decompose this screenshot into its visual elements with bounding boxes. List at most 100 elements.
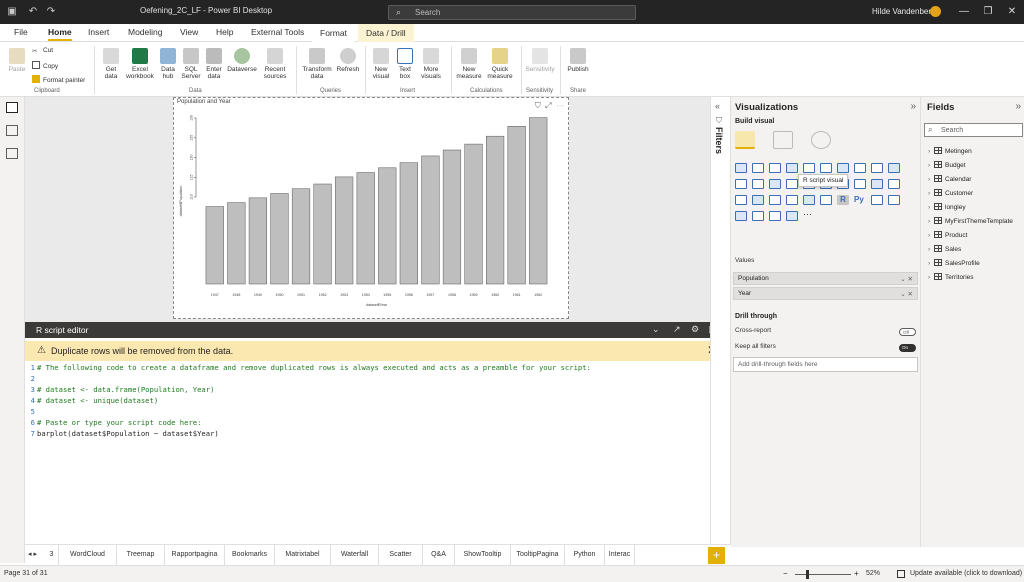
get-data-button[interactable]: Get data bbox=[99, 48, 123, 80]
build-visual-tab[interactable] bbox=[735, 131, 755, 149]
collapse-icon[interactable]: ⌄ bbox=[652, 324, 660, 335]
funnel-icon[interactable] bbox=[752, 179, 764, 189]
search-box[interactable]: ⌕ Search bbox=[388, 5, 636, 20]
page-tab[interactable]: Interac bbox=[605, 545, 635, 565]
field-table-item[interactable]: › Sales bbox=[928, 245, 961, 257]
page-tab[interactable]: TooltipPagina bbox=[511, 545, 565, 565]
field-table-item[interactable]: › Calendar bbox=[928, 175, 971, 187]
fit-to-page-icon[interactable] bbox=[897, 570, 905, 578]
cross-report-toggle[interactable]: Off bbox=[899, 328, 916, 336]
r-script-visual[interactable]: Population and Year ⛉ ⤢ ⋯ 110 115 120 125 13… bbox=[173, 97, 569, 319]
slicer-icon[interactable] bbox=[786, 195, 798, 205]
zoom-slider-thumb[interactable] bbox=[806, 570, 809, 579]
key-influencers-icon[interactable] bbox=[871, 195, 883, 205]
tab-view[interactable]: View bbox=[180, 27, 198, 37]
stacked-column-icon[interactable] bbox=[752, 163, 764, 173]
matrix-icon[interactable] bbox=[820, 195, 832, 205]
copy-button[interactable]: Copy bbox=[32, 61, 58, 70]
clustered-bar-icon[interactable] bbox=[769, 163, 781, 173]
recent-sources-button[interactable]: Recent sources bbox=[259, 48, 291, 80]
minimize-button[interactable]: — bbox=[955, 4, 973, 20]
sensitivity-button[interactable]: Sensitivity bbox=[524, 48, 556, 73]
area-icon[interactable] bbox=[837, 163, 849, 173]
data-view-icon[interactable] bbox=[6, 125, 18, 136]
page-tab[interactable]: Scatter bbox=[379, 545, 423, 565]
page-tab[interactable]: Q&A bbox=[423, 545, 455, 565]
line-icon[interactable] bbox=[820, 163, 832, 173]
field-table-item[interactable]: › Customer bbox=[928, 189, 973, 201]
100-bar-icon[interactable] bbox=[803, 163, 815, 173]
multirow-card-icon[interactable] bbox=[752, 195, 764, 205]
report-canvas[interactable]: Population and Year ⛉ ⤢ ⋯ 110 115 120 125 13… bbox=[25, 97, 717, 322]
page-tab[interactable]: ShowTooltip bbox=[455, 545, 511, 565]
cut-button[interactable]: ✂ Cut bbox=[32, 47, 53, 55]
paginated-report-icon[interactable] bbox=[769, 211, 781, 221]
page-tab[interactable]: Bookmarks bbox=[225, 545, 275, 565]
stacked-bar-icon[interactable] bbox=[735, 163, 747, 173]
tab-file[interactable]: File bbox=[14, 27, 28, 37]
format-visual-tab[interactable] bbox=[773, 131, 793, 149]
format-painter-button[interactable]: Format painter bbox=[32, 75, 85, 84]
field-table-item[interactable]: › Territories bbox=[928, 273, 974, 285]
save-icon[interactable]: ▣ bbox=[5, 5, 19, 19]
add-page-button[interactable]: + bbox=[708, 547, 725, 564]
collapse-left-icon[interactable]: « bbox=[715, 101, 720, 111]
drill-through-drop-zone[interactable]: Add drill-through fields here bbox=[733, 357, 918, 372]
table-icon[interactable] bbox=[803, 195, 815, 205]
page-tab[interactable]: Waterfall bbox=[331, 545, 379, 565]
field-table-item[interactable]: › SalesProfile bbox=[928, 259, 980, 271]
tab-data-drill[interactable]: Data / Drill bbox=[358, 24, 414, 42]
fields-search-input[interactable]: ⌕ Search bbox=[924, 123, 1023, 137]
scatter-icon[interactable] bbox=[769, 179, 781, 189]
remove-field-icon[interactable]: ⌄ ✕ bbox=[900, 275, 913, 283]
user-name[interactable]: Hilde Vandenberk bbox=[872, 7, 935, 16]
settings-icon[interactable]: ⚙ bbox=[691, 324, 699, 335]
power-apps-icon[interactable] bbox=[786, 211, 798, 221]
field-table-item[interactable]: › Budget bbox=[928, 161, 966, 173]
pie-icon[interactable] bbox=[786, 179, 798, 189]
field-well-year[interactable]: Year ⌄ ✕ bbox=[733, 287, 918, 300]
shape-map-icon[interactable] bbox=[871, 179, 883, 189]
page-tab[interactable]: Python bbox=[565, 545, 605, 565]
close-button[interactable]: ✕ bbox=[1003, 4, 1021, 20]
zoom-out-icon[interactable]: − bbox=[783, 569, 788, 578]
page-tab[interactable]: Treemap bbox=[117, 545, 165, 565]
field-table-item[interactable]: › MyFirstThemeTemplate bbox=[928, 217, 1013, 229]
kpi-icon[interactable] bbox=[769, 195, 781, 205]
field-table-item[interactable]: › longley bbox=[928, 203, 966, 215]
field-table-item[interactable]: › Metingen bbox=[928, 147, 972, 159]
field-well-population[interactable]: Population ⌄ ✕ bbox=[733, 272, 918, 285]
page-tab[interactable]: Matrixtabel bbox=[275, 545, 331, 565]
text-box-button[interactable]: Text box bbox=[394, 48, 416, 80]
page-tab[interactable]: Rapportpagina bbox=[165, 545, 225, 565]
transform-data-button[interactable]: Transform data bbox=[300, 48, 334, 80]
qa-icon[interactable] bbox=[735, 211, 747, 221]
keep-filters-toggle[interactable]: On bbox=[899, 344, 916, 352]
more-visuals-icon[interactable]: ··· bbox=[803, 209, 815, 219]
decomposition-tree-icon[interactable] bbox=[888, 195, 900, 205]
publish-button[interactable]: Publish bbox=[565, 48, 591, 73]
avatar[interactable] bbox=[930, 6, 941, 17]
tab-help[interactable]: Help bbox=[216, 27, 233, 37]
update-available-link[interactable]: Update available (click to download) bbox=[910, 570, 1022, 577]
tab-insert[interactable]: Insert bbox=[88, 27, 109, 37]
clustered-column-icon[interactable] bbox=[786, 163, 798, 173]
enter-data-button[interactable]: Enter data bbox=[203, 48, 225, 80]
data-hub-button[interactable]: Data hub bbox=[157, 48, 179, 80]
paste-button[interactable]: Paste bbox=[6, 48, 28, 73]
quick-measure-button[interactable]: Quick measure bbox=[484, 48, 516, 80]
refresh-button[interactable]: Refresh bbox=[335, 48, 361, 73]
gauge-icon[interactable] bbox=[888, 179, 900, 189]
tab-external-tools[interactable]: External Tools bbox=[251, 27, 304, 37]
page-nav-arrows[interactable]: ◂ ▸ bbox=[28, 545, 37, 565]
filters-pane-collapsed[interactable]: « ⛉ Filters bbox=[710, 97, 730, 547]
zoom-slider[interactable] bbox=[795, 574, 851, 575]
stacked-area-icon[interactable] bbox=[854, 163, 866, 173]
zoom-in-icon[interactable]: + bbox=[854, 569, 859, 578]
tab-modeling[interactable]: Modeling bbox=[128, 27, 163, 37]
redo-icon[interactable]: ↷ bbox=[44, 5, 58, 19]
page-tab[interactable]: 3 bbox=[45, 545, 59, 565]
maximize-button[interactable]: ❐ bbox=[979, 4, 997, 20]
report-view-icon[interactable] bbox=[6, 102, 18, 113]
line-column-icon[interactable] bbox=[871, 163, 883, 173]
